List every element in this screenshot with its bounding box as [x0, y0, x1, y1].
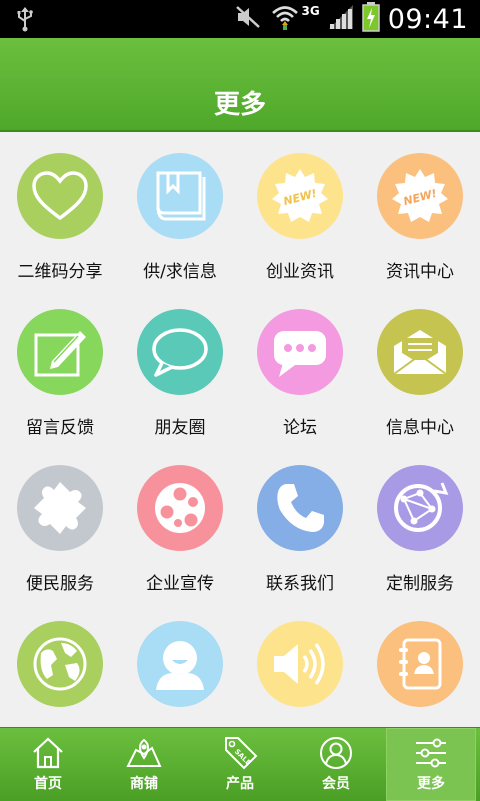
grid-item-custom-service[interactable]: 定制服务: [360, 443, 480, 599]
nav-label: 商铺: [130, 776, 158, 792]
puzzle-icon: [17, 465, 103, 551]
bottom-nav: 首页 商铺 SALE 产品 会员 更多: [0, 727, 480, 801]
grid-item-user[interactable]: [120, 599, 240, 727]
shop-map-icon: [126, 738, 162, 767]
status-bar: 3G 09:41: [0, 0, 480, 38]
mute-icon: [235, 5, 263, 33]
grid-item-label: 便民服务: [26, 574, 94, 594]
sale-tag-icon: SALE: [225, 737, 258, 770]
grid-item-label: 定制服务: [386, 574, 454, 594]
feature-grid: 二维码分享 供/求信息 NEW! 创业资讯 NEW! 资讯中心 留言反馈 朋友圈…: [0, 131, 480, 727]
member-icon: [320, 737, 352, 769]
usb-icon: [16, 6, 34, 36]
smiley-user-icon: [137, 621, 223, 707]
nav-item-home[interactable]: 首页: [0, 728, 96, 801]
grid-item-supply-demand[interactable]: 供/求信息: [120, 131, 240, 287]
grid-item-forum[interactable]: 论坛: [240, 287, 360, 443]
nav-item-member[interactable]: 会员: [288, 728, 384, 801]
grid-item-label: 信息中心: [386, 418, 454, 438]
grid-item-contacts[interactable]: [360, 599, 480, 727]
heart-icon: [17, 153, 103, 239]
grid-item-contact-us[interactable]: 联系我们: [240, 443, 360, 599]
nav-label: 产品: [226, 776, 254, 792]
grid-item-label: 二维码分享: [17, 262, 103, 282]
grid-item-label: 留言反馈: [26, 418, 94, 438]
network-type: 3G: [301, 4, 320, 18]
settings-sliders-icon: [416, 738, 446, 768]
envelope-icon: [377, 309, 463, 395]
new-badge-icon: NEW!: [377, 153, 463, 239]
phone-icon: [257, 465, 343, 551]
contacts-book-icon: [377, 621, 463, 707]
nav-item-products[interactable]: SALE 产品: [192, 728, 288, 801]
grid-item-startup-news[interactable]: NEW! 创业资讯: [240, 131, 360, 287]
nav-label: 会员: [322, 776, 350, 792]
signal-icon: [328, 4, 354, 34]
clock: 09:41: [387, 3, 468, 35]
grid-item-friends[interactable]: 朋友圈: [120, 287, 240, 443]
nav-item-shop[interactable]: 商铺: [96, 728, 192, 801]
battery-icon: [361, 2, 380, 36]
grid-item-label: 论坛: [283, 418, 317, 438]
grid-item-public-service[interactable]: 便民服务: [0, 443, 120, 599]
new-badge-icon: NEW!: [257, 153, 343, 239]
home-icon: [33, 737, 63, 769]
wifi-icon: [271, 4, 299, 34]
grid-item-company-promo[interactable]: 企业宣传: [120, 443, 240, 599]
page-title: 更多: [213, 90, 266, 120]
globe-network-icon: [377, 465, 463, 551]
earth-icon: [17, 621, 103, 707]
chat-dots-icon: [257, 309, 343, 395]
grid-item-label: 供/求信息: [143, 262, 217, 282]
film-reel-icon: [137, 465, 223, 551]
grid-item-label: 创业资讯: [266, 262, 334, 282]
book-icon: [137, 153, 223, 239]
speech-bubble-icon: [137, 309, 223, 395]
grid-item-speaker[interactable]: [240, 599, 360, 727]
nav-item-more[interactable]: 更多: [386, 728, 476, 801]
header-bar: 更多: [0, 38, 480, 132]
grid-item-label: 联系我们: [266, 574, 334, 594]
speaker-icon: [257, 621, 343, 707]
grid-item-feedback[interactable]: 留言反馈: [0, 287, 120, 443]
nav-label: 首页: [34, 776, 62, 792]
grid-item-label: 资讯中心: [386, 262, 454, 282]
note-pencil-icon: [17, 309, 103, 395]
grid-item-label: 企业宣传: [146, 574, 214, 594]
grid-item-info-center[interactable]: 信息中心: [360, 287, 480, 443]
grid-item-earth[interactable]: [0, 599, 120, 727]
nav-label: 更多: [417, 776, 445, 792]
grid-item-news-center[interactable]: NEW! 资讯中心: [360, 131, 480, 287]
grid-item-label: 朋友圈: [154, 418, 206, 438]
grid-item-qr-share[interactable]: 二维码分享: [0, 131, 120, 287]
